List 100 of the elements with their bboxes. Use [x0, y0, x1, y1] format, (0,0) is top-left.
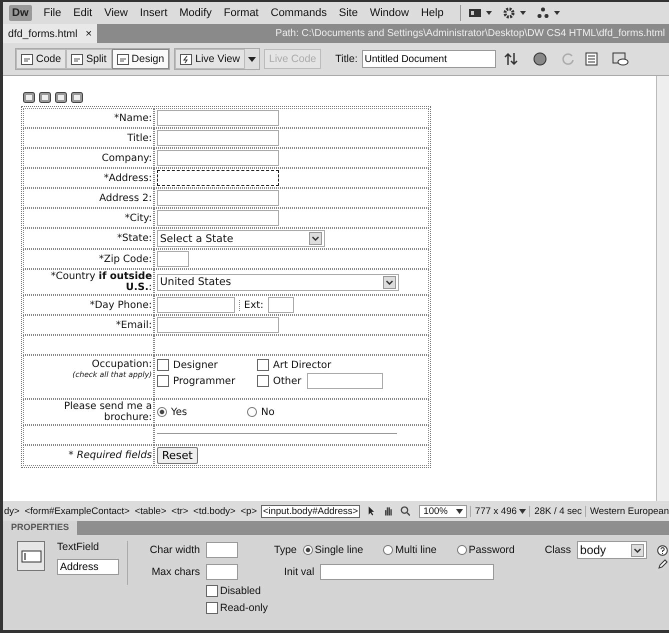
form-marker-icon — [71, 92, 83, 103]
form-marker-icon — [23, 92, 35, 103]
tag-selector[interactable]: <table> — [134, 506, 168, 516]
page-icon — [116, 54, 129, 64]
tag-selector[interactable]: dy> — [3, 506, 21, 516]
required-note: * Required fields — [68, 450, 152, 461]
caret-icon — [383, 276, 396, 288]
view-button[interactable]: Code — [16, 49, 66, 69]
dropdown-icon[interactable] — [244, 49, 259, 69]
radio-label: No — [261, 406, 275, 418]
menu-item[interactable]: Modify — [175, 7, 220, 19]
form-marker-icon — [55, 92, 67, 103]
tag-selector[interactable]: <input.body#Address> — [260, 504, 360, 518]
checkbox-label: Read-only — [220, 602, 268, 614]
checkbox-label: Programmer — [173, 376, 236, 386]
field-label: Occupation: — [92, 359, 152, 370]
text-field[interactable] — [157, 130, 279, 146]
field-label: Title: — [127, 132, 152, 144]
radio-button[interactable] — [456, 545, 467, 555]
field-label: Max chars — [150, 566, 200, 578]
text-field[interactable] — [157, 110, 279, 126]
pointer-icon[interactable] — [366, 505, 377, 517]
menu-item[interactable]: File — [40, 7, 70, 19]
radio-label: Password — [468, 544, 515, 556]
field-label: *City: — [124, 212, 152, 224]
checkbox-label: Designer — [173, 360, 218, 370]
caret-icon — [456, 508, 464, 514]
checkbox-label: Other — [273, 376, 302, 386]
zoom-icon[interactable] — [400, 505, 410, 517]
properties-tab[interactable]: PROPERTIES — [3, 521, 78, 535]
menu-item[interactable]: Commands — [266, 7, 335, 19]
class-dropdown[interactable]: body — [577, 541, 648, 559]
tag-selector[interactable]: <tr> — [170, 506, 190, 516]
view-button[interactable]: Split — [66, 49, 112, 69]
caret-icon — [519, 508, 526, 514]
title-field[interactable]: Untitled Document — [362, 50, 496, 68]
scrollbar[interactable] — [656, 76, 669, 501]
dropdown[interactable]: United States — [157, 274, 399, 290]
menu-item[interactable]: Edit — [69, 7, 100, 19]
text-field[interactable] — [157, 317, 279, 333]
title-label: Title: — [335, 53, 358, 65]
document-tab[interactable]: dfd_forms.html × — [3, 24, 97, 43]
text-field[interactable] — [157, 251, 189, 267]
name-field[interactable]: Address — [57, 559, 119, 575]
checkbox[interactable] — [257, 359, 269, 371]
edit-icon[interactable] — [657, 559, 668, 570]
checkbox[interactable] — [206, 585, 218, 597]
live-view-button[interactable]: Live View — [175, 49, 245, 69]
field-label: *Email: — [116, 320, 152, 330]
text-field[interactable] — [157, 190, 279, 206]
checkbox[interactable] — [257, 375, 269, 387]
max-chars-field[interactable] — [206, 564, 238, 580]
zoom-dropdown[interactable]: 100% — [419, 504, 468, 518]
checkbox-label: Disabled — [220, 585, 261, 597]
text-field[interactable] — [157, 170, 279, 186]
lightning-icon — [180, 54, 192, 64]
char-width-field[interactable] — [206, 542, 238, 558]
view-button[interactable]: Design — [112, 49, 170, 69]
init-val-field[interactable] — [320, 564, 494, 580]
checkbox[interactable] — [157, 359, 169, 371]
menu-item[interactable]: Help — [416, 7, 452, 19]
tag-selector[interactable]: <td.body> — [192, 506, 237, 516]
text-field[interactable] — [268, 297, 294, 313]
field-label: *Country if outside U.S.: — [50, 271, 152, 293]
menu-item[interactable]: View — [100, 7, 136, 19]
field-label: *Name: — [114, 112, 152, 124]
text-field[interactable] — [157, 210, 279, 226]
field-label: Char width — [148, 544, 200, 556]
tag-selector[interactable]: <form#ExampleContact> — [24, 506, 131, 516]
radio-button[interactable] — [157, 407, 167, 417]
text-field[interactable] — [307, 373, 384, 389]
checkbox[interactable] — [157, 375, 169, 387]
close-icon[interactable]: × — [85, 28, 92, 40]
field-label: Address 2: — [99, 192, 152, 204]
radio-button[interactable] — [302, 545, 313, 555]
window-size[interactable]: 777 x 496 — [470, 506, 526, 516]
radio-button[interactable] — [247, 407, 257, 417]
page-icon — [21, 54, 33, 64]
field-label: Init val — [284, 566, 314, 578]
menu-item[interactable]: Format — [220, 7, 267, 19]
field-label: Type — [274, 544, 297, 556]
menu-item[interactable]: Insert — [136, 7, 176, 19]
reset-button[interactable]: Reset — [157, 447, 198, 464]
field-label: Ext: — [239, 300, 264, 310]
help-icon[interactable] — [657, 545, 668, 556]
people-icon[interactable] — [536, 7, 561, 19]
menu-item[interactable]: Window — [366, 7, 417, 19]
radio-button[interactable] — [383, 545, 394, 555]
gear-icon[interactable] — [502, 7, 527, 19]
download-time: 28K / 4 sec — [529, 506, 582, 516]
radio-label: Multi line — [395, 544, 437, 556]
text-field[interactable] — [157, 150, 279, 166]
checkbox[interactable] — [206, 602, 218, 614]
radio-label: Single line — [314, 544, 364, 556]
menu-item[interactable]: Site — [334, 7, 366, 19]
text-field-icon — [17, 541, 45, 571]
layout-icon[interactable] — [468, 8, 493, 18]
dropdown[interactable]: Select a State — [157, 230, 325, 247]
text-field[interactable] — [157, 297, 235, 313]
tag-selector[interactable]: <p> — [240, 506, 258, 516]
